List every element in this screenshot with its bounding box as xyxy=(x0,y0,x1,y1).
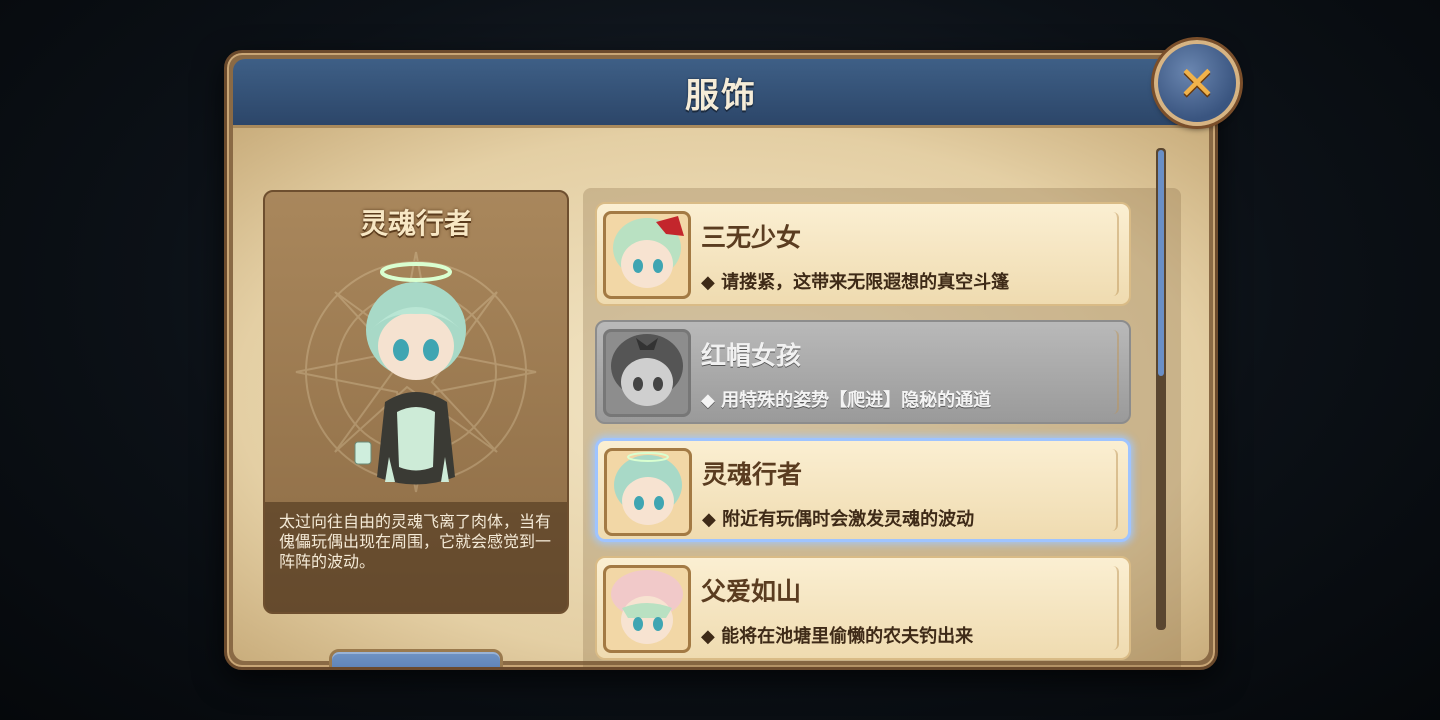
costume-list[interactable]: 三无少女 ◆ 请搂紧，这带来无限遐想的真空斗篷 红帽女孩 ◆ 用特殊的姿势【爬进… xyxy=(583,188,1181,667)
costume-name: 灵魂行者 xyxy=(702,460,803,489)
costume-name: 红帽女孩 xyxy=(701,341,802,370)
costume-character-image xyxy=(295,251,537,493)
costume-portrait xyxy=(604,448,692,536)
costume-list-item[interactable]: 三无少女 ◆ 请搂紧，这带来无限遐想的真空斗篷 xyxy=(595,202,1131,306)
close-button[interactable]: ✕ xyxy=(1154,40,1240,126)
item-frame-decoration xyxy=(1087,566,1119,650)
preview-costume-description: 太过向往自由的灵魂飞离了肉体，当有傀儡玩偶出现在周围，它就会感觉到一阵阵的波动。 xyxy=(265,502,567,612)
costume-name: 父爱如山 xyxy=(701,577,802,606)
costume-list-item[interactable]: 红帽女孩 ◆ 用特殊的姿势【爬进】隐秘的通道 xyxy=(595,320,1131,424)
close-icon: ✕ xyxy=(1177,56,1217,110)
modal-title: 服饰 xyxy=(685,75,757,116)
costume-name: 三无少女 xyxy=(701,223,802,252)
costume-description: ◆ 请搂紧，这带来无限遐想的真空斗篷 xyxy=(701,272,1010,293)
costume-description: ◆ 能将在池塘里偷懒的农夫钓出来 xyxy=(701,626,974,647)
costume-portrait xyxy=(603,211,691,299)
costume-description: ◆ 用特殊的姿势【爬进】隐秘的通道 xyxy=(701,390,992,411)
item-frame-decoration xyxy=(1086,449,1118,531)
modal-header: 服饰 xyxy=(233,59,1209,128)
costume-modal: 服饰 灵魂行者 太过向往自由的灵魂飞离了肉体，当有傀儡玩偶出现在周围，它就会感觉… xyxy=(224,50,1218,670)
costume-list-item[interactable]: 灵魂行者 ◆ 附近有玩偶时会激发灵魂的波动 xyxy=(595,438,1131,542)
costume-portrait xyxy=(603,329,691,417)
list-scrollbar-thumb[interactable] xyxy=(1158,150,1164,376)
costume-description: ◆ 附近有玩偶时会激发灵魂的波动 xyxy=(702,509,975,530)
item-frame-decoration xyxy=(1087,330,1119,414)
modal-body: 灵魂行者 太过向往自由的灵魂飞离了肉体，当有傀儡玩偶出现在周围，它就会感觉到一阵… xyxy=(233,128,1209,667)
replaced-button[interactable]: 已替换 xyxy=(329,649,503,667)
item-frame-decoration xyxy=(1087,212,1119,296)
costume-portrait xyxy=(603,565,691,653)
costume-preview-panel: 灵魂行者 太过向往自由的灵魂飞离了肉体，当有傀儡玩偶出现在周围，它就会感觉到一阵… xyxy=(263,190,569,614)
costume-list-item[interactable]: 父爱如山 ◆ 能将在池塘里偷懒的农夫钓出来 xyxy=(595,556,1131,660)
preview-costume-name: 灵魂行者 xyxy=(359,207,472,240)
